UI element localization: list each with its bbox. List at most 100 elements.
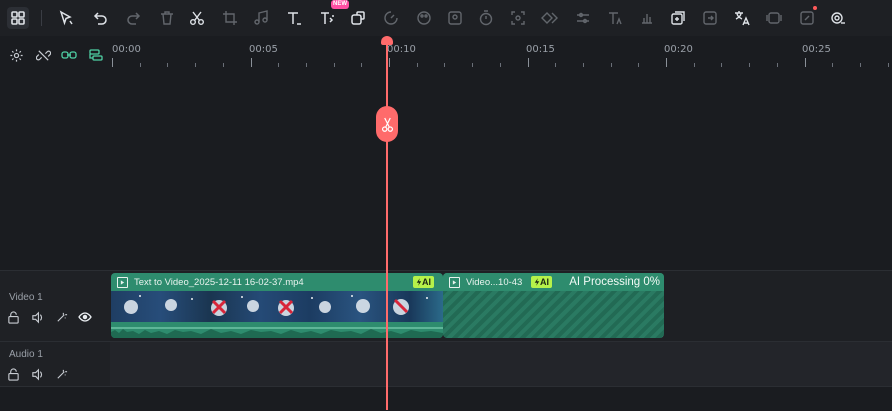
audio-track-header: Audio 1 [0,341,110,387]
silence-icon[interactable] [636,7,658,29]
scissor-icon [381,117,393,132]
translate-icon[interactable] [731,7,753,29]
ruler-tick [610,63,612,67]
video-clip-icon [449,276,460,288]
playhead-knob[interactable] [381,36,393,45]
volume-icon[interactable] [30,367,44,381]
track-name: Audio 1 [9,349,43,360]
ruler-tick [499,63,501,67]
ai-magic-icon[interactable] [54,367,68,381]
ai-text-style-icon[interactable] [604,7,626,29]
eye-icon[interactable] [78,310,92,324]
adjust-icon[interactable] [572,7,594,29]
settings-gear-icon[interactable] [7,46,25,64]
audio-track-lane [110,341,892,387]
video-track-header: Video 1 [0,270,110,342]
track-name: Video 1 [9,292,43,303]
ruler-tick [555,63,557,67]
ruler-tick [278,63,280,67]
ruler-tick [832,63,834,67]
delete-icon[interactable] [156,7,178,29]
video-clip-icon [117,276,128,288]
ruler-tick [167,63,169,67]
audio-icon[interactable] [250,7,272,29]
cut-icon[interactable] [186,7,208,29]
ruler-tick [721,63,723,67]
ruler-tick [195,63,197,67]
track-toggle-icon[interactable] [87,46,105,64]
lock-icon[interactable] [6,367,20,381]
timeline-empty-area [0,72,892,270]
ai-edit-icon[interactable] [796,7,818,29]
undo-icon[interactable] [90,7,112,29]
text-icon[interactable] [283,7,305,29]
redo-icon[interactable] [122,7,144,29]
speed-icon[interactable] [380,7,402,29]
stabilize-icon[interactable] [507,7,529,29]
ai-badge: AI [531,276,552,288]
playhead-line[interactable] [386,40,388,410]
ruler-tick [472,63,474,67]
ai-extend-icon[interactable] [667,7,689,29]
ruler-tick [112,58,113,67]
crop-icon[interactable] [219,7,241,29]
ruler-tick [638,63,640,67]
ruler-tick [527,58,529,67]
processing-status: AI Processing 0% [569,276,660,288]
notification-dot [813,6,817,10]
audio-track: Audio 1 [0,341,892,387]
video-clip[interactable]: Text to Video_2025-12-11 16-02-37.mp4 AI [111,273,443,338]
ruler-tick [582,63,584,67]
transform-icon[interactable] [347,7,369,29]
clip-title: Text to Video_2025-12-11 16-02-37.mp4 [134,276,304,288]
clip-title: Video...10-43 [466,276,523,288]
ruler-label: 00:10 [387,44,416,55]
ruler-tick [666,58,667,67]
clip-header: Text to Video_2025-12-11 16-02-37.mp4 [111,273,443,291]
ruler-tick [416,63,418,67]
ruler-tick [749,63,751,67]
ruler-tick [361,63,363,67]
ai-badge-label: AI [422,277,431,287]
color-icon[interactable] [413,7,435,29]
ruler-tick [139,63,141,67]
ai-badge: AI [413,276,434,288]
ruler-label: 00:25 [802,44,831,55]
timeline-bottom-area [0,386,892,411]
toolbar-divider [41,10,42,26]
time-ruler[interactable]: 00:00 00:05 00:10 00:15 00:20 00:25 [110,36,892,72]
timer-icon[interactable] [475,7,497,29]
ruler-tick [222,63,224,67]
processing-clip[interactable]: Video...10-43 AI AI Processing 0% [443,273,664,338]
ruler-tick [693,63,695,67]
ruler-tick [305,63,307,67]
thumbnail-frames [124,295,428,316]
export-frame-icon[interactable] [699,7,721,29]
ruler-tick [804,58,806,67]
ai-badge-label: AI [540,277,549,287]
volume-icon[interactable] [30,310,44,324]
ai-frame-icon[interactable] [763,7,785,29]
ruler-tick [250,58,252,67]
layout-icon[interactable] [7,7,29,29]
ruler-label: 00:05 [249,44,278,55]
lock-icon[interactable] [6,310,20,324]
ruler-tick [887,63,889,67]
ai-magic-icon[interactable] [54,310,68,324]
ruler-label: 00:15 [526,44,555,55]
keyframe-icon[interactable] [539,7,561,29]
ruler-tick [859,63,861,67]
ruler-tick [444,63,446,67]
ruler-label: 00:00 [112,44,141,55]
ruler-tick [389,58,390,67]
ruler-tick [333,63,335,67]
audio-waveform [111,327,443,338]
ai-text-icon[interactable] [316,7,338,29]
link-icon[interactable] [60,46,78,64]
ai-tools-icon[interactable] [827,7,849,29]
split-scissor-button[interactable] [376,106,398,142]
ai-portrait-icon[interactable] [444,7,466,29]
unlink-icon[interactable] [34,46,52,64]
main-toolbar: NEW [0,0,892,36]
select-arrow-icon[interactable] [55,7,77,29]
